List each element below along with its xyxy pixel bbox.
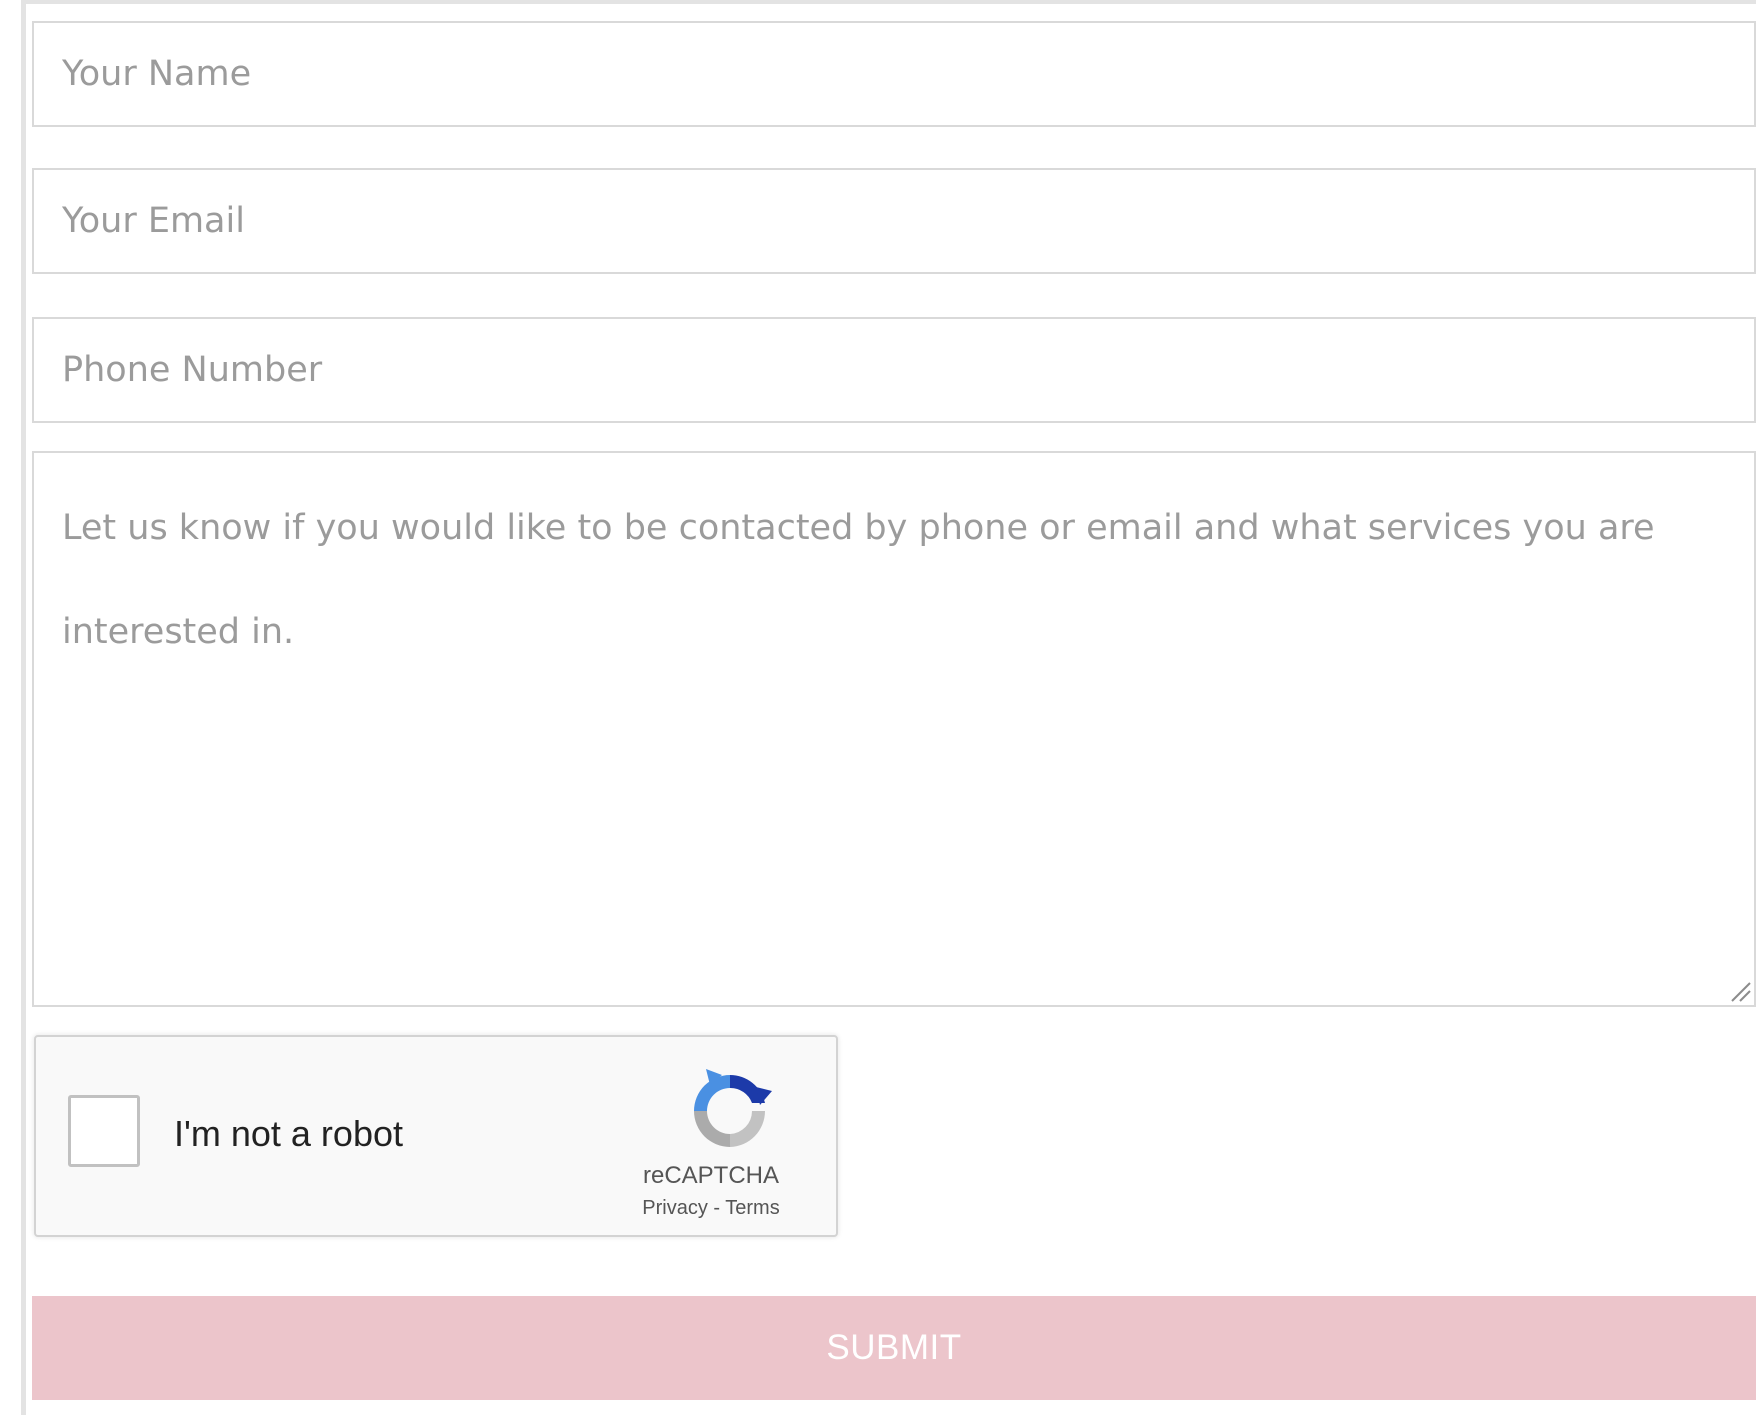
recaptcha-widget: I'm not a robot reCAPTCHA Privacy - Term… — [34, 1035, 838, 1237]
email-input[interactable] — [32, 168, 1756, 274]
recaptcha-label: I'm not a robot — [174, 1113, 403, 1154]
recaptcha-links: Privacy - Terms — [596, 1197, 826, 1220]
recaptcha-logo-icon — [694, 1069, 772, 1147]
phone-input[interactable] — [32, 317, 1756, 423]
message-textarea[interactable] — [32, 451, 1756, 1007]
left-border — [0, 0, 26, 1415]
contact-form-page: I'm not a robot reCAPTCHA Privacy - Term… — [0, 0, 1756, 1415]
submit-button[interactable]: SUBMIT — [32, 1296, 1756, 1400]
contact-form: I'm not a robot reCAPTCHA Privacy - Term… — [32, 0, 1756, 1415]
recaptcha-privacy-link[interactable]: Privacy — [642, 1197, 708, 1219]
resize-grip-icon[interactable] — [1726, 977, 1752, 1003]
recaptcha-terms-link[interactable]: Terms — [725, 1197, 779, 1219]
name-input[interactable] — [32, 21, 1756, 127]
recaptcha-brand: reCAPTCHA — [642, 1162, 780, 1189]
recaptcha-link-separator: - — [707, 1197, 726, 1219]
recaptcha-checkbox[interactable] — [68, 1095, 140, 1167]
